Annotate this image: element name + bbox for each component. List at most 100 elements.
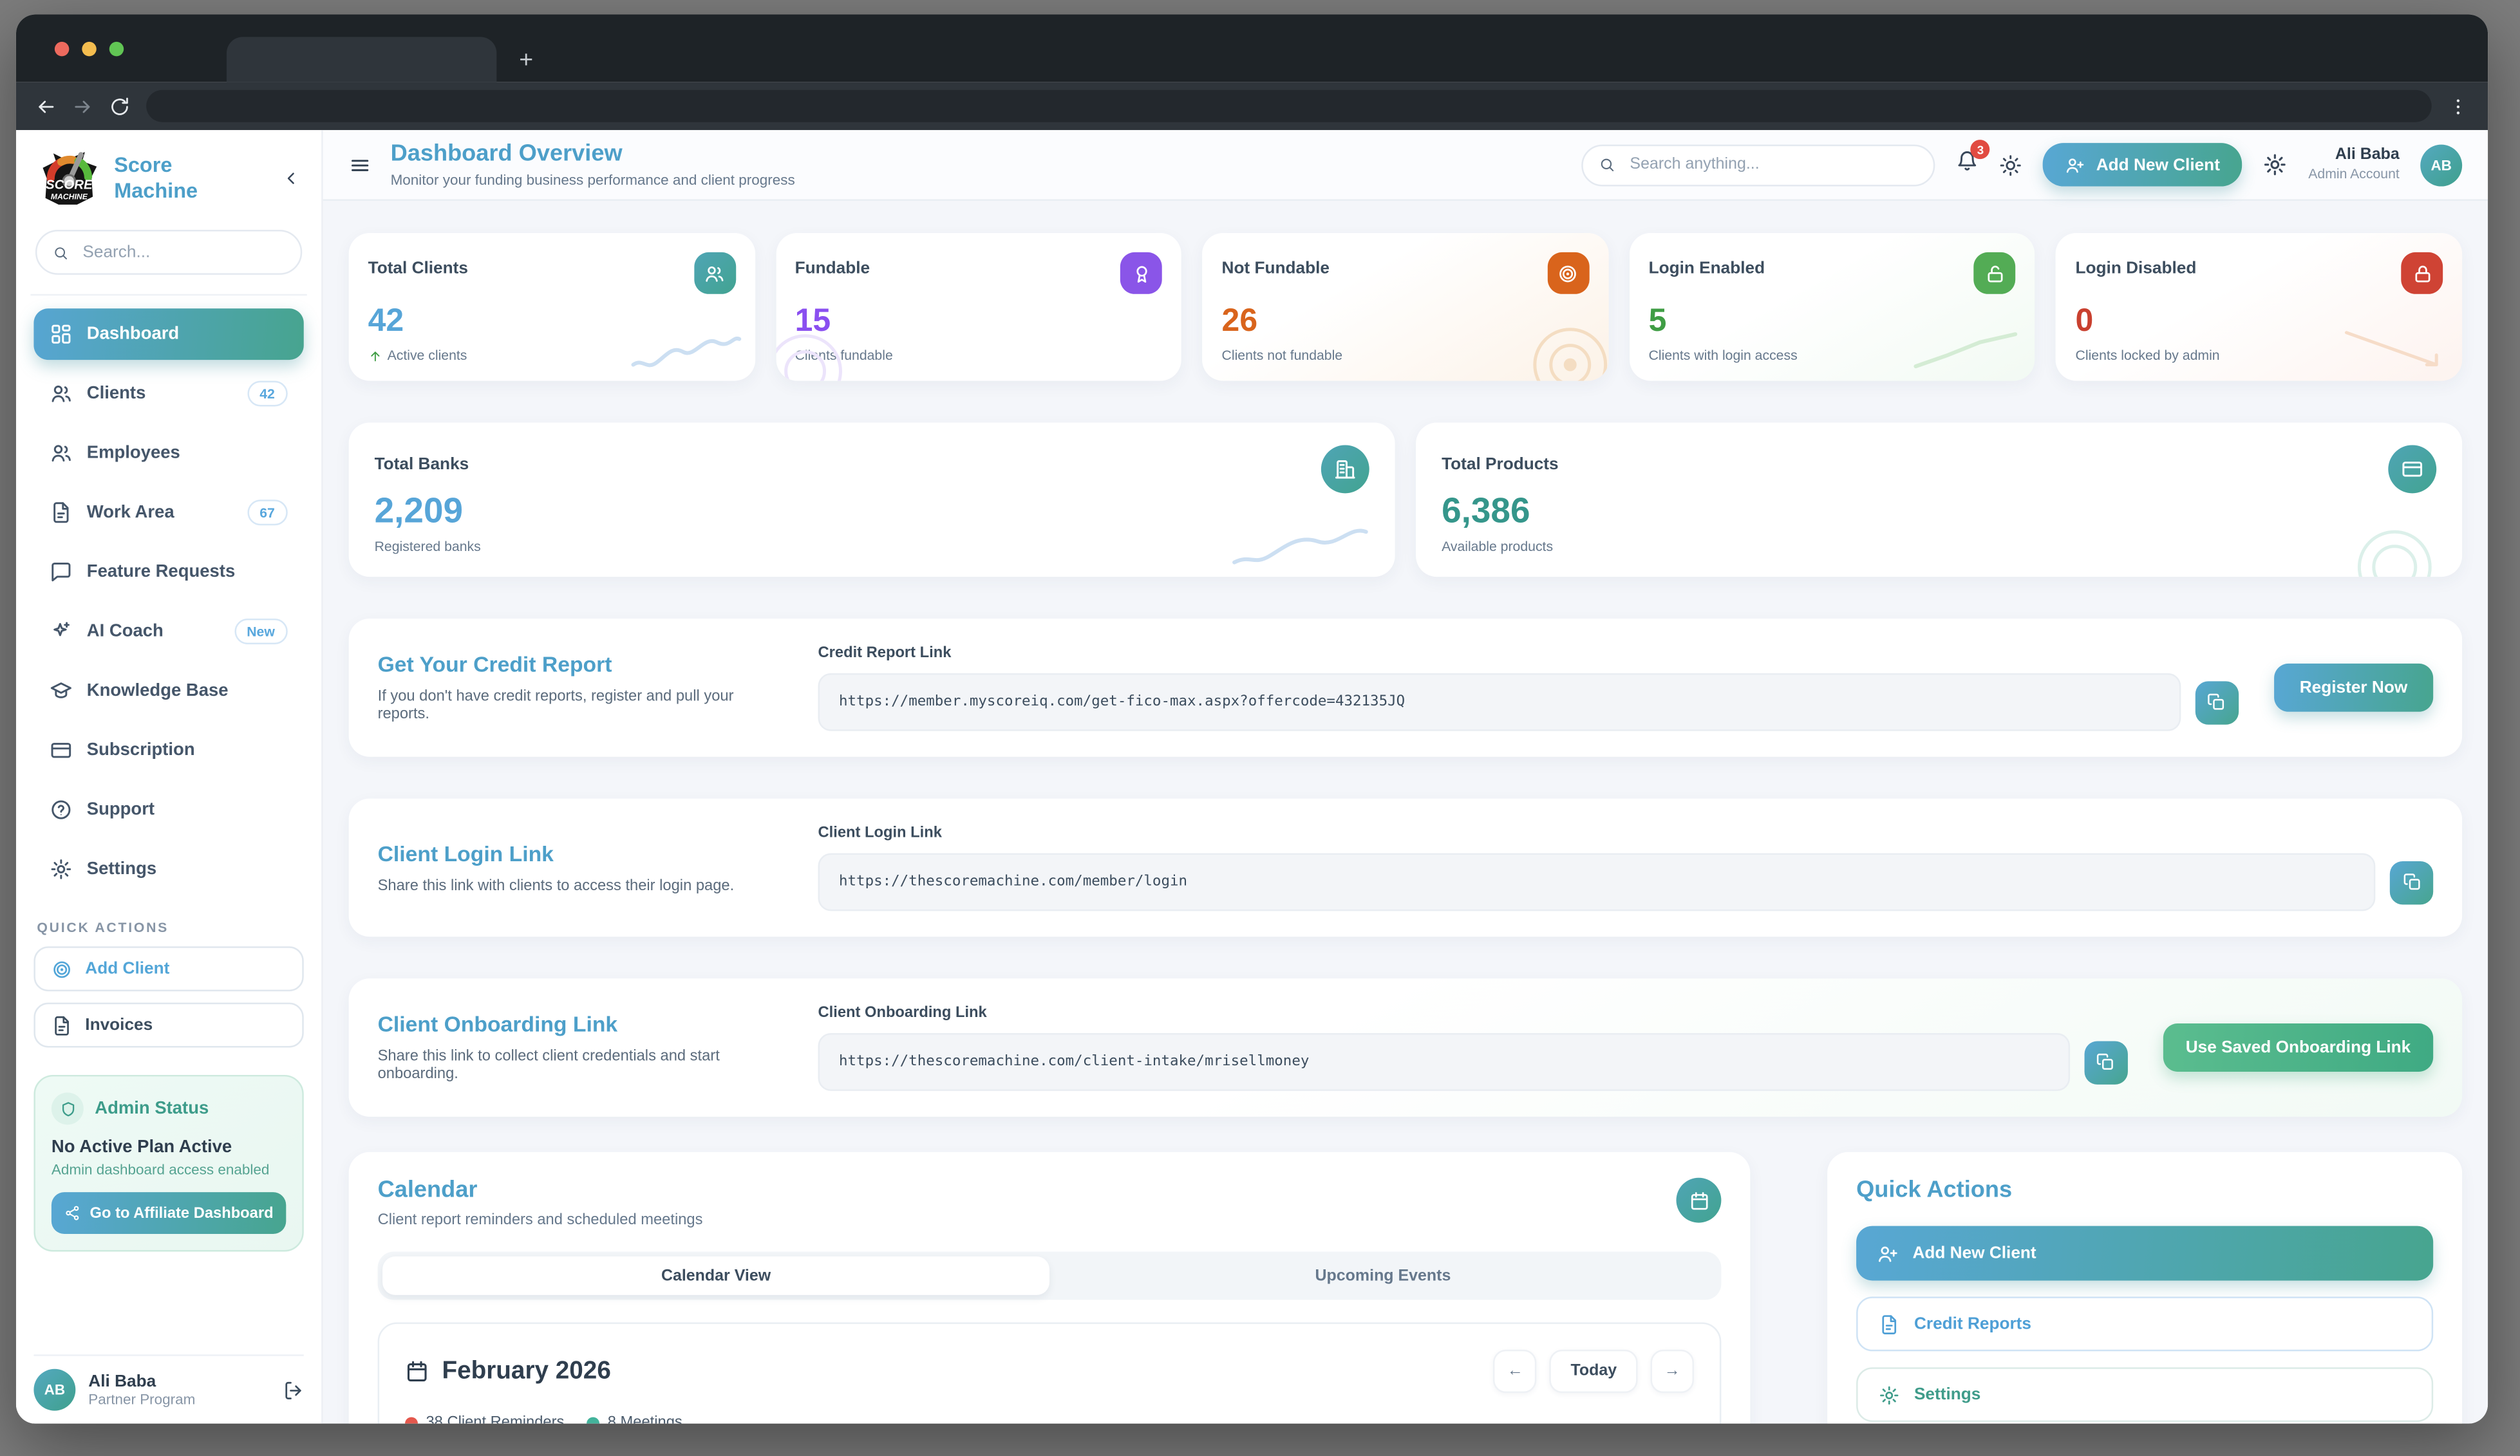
add-new-client-button[interactable]: Add New Client: [2043, 143, 2243, 186]
new-tab-button[interactable]: +: [519, 48, 533, 72]
register-now-button[interactable]: Register Now: [2274, 664, 2433, 712]
total-products-card: Total Products 6,386 Available products: [1416, 422, 2462, 577]
sidebar-search-input[interactable]: [79, 241, 284, 263]
sidebar-item-dashboard[interactable]: Dashboard: [33, 308, 303, 360]
browser-menu-icon[interactable]: [2448, 96, 2468, 117]
global-search-input[interactable]: [1626, 154, 1917, 175]
page-title: Dashboard Overview: [391, 142, 795, 169]
sidebar-item-clients[interactable]: Clients 42: [33, 368, 303, 420]
unlock-icon: [1974, 252, 2016, 294]
sidebar-item-support[interactable]: Support: [33, 784, 303, 835]
theme-toggle-icon[interactable]: [2000, 153, 2022, 176]
circle-watermark: [2343, 516, 2446, 577]
calendar-title: Calendar: [378, 1178, 703, 1204]
sparkline: [2337, 326, 2449, 371]
bank-icon: [1321, 445, 1369, 493]
sidebar-item-knowledge-base[interactable]: Knowledge Base: [33, 665, 303, 716]
notification-badge: 3: [1971, 140, 1990, 159]
target-watermark: [1518, 313, 1608, 381]
collapse-sidebar-icon[interactable]: [281, 169, 301, 188]
tab-calendar-view[interactable]: Calendar View: [382, 1256, 1049, 1295]
maximize-window-button[interactable]: [109, 41, 124, 55]
share-icon: [64, 1205, 80, 1221]
calendar-legend: 38 Client Reminders 8 Meetings: [405, 1414, 1694, 1424]
header-user: Ali Baba Admin Account: [2308, 146, 2400, 183]
next-month-button[interactable]: →: [1651, 1350, 1694, 1393]
client-onboarding-link-input[interactable]: [818, 1033, 2070, 1091]
sidebar-item-employees[interactable]: Employees: [33, 427, 303, 479]
shield-icon: [52, 1092, 84, 1125]
target-watermark: [776, 320, 856, 381]
stat-card-login-disabled: Login Disabled 0 Clients locked by admin: [2056, 233, 2463, 381]
user-plus-icon: [2065, 155, 2085, 174]
total-banks-card: Total Banks 2,209 Registered banks: [349, 422, 1395, 577]
copy-credit-report-link-button[interactable]: [2195, 680, 2238, 723]
search-icon: [1599, 156, 1615, 173]
invoices-button[interactable]: Invoices: [33, 1003, 303, 1048]
qa-credit-reports-button[interactable]: Credit Reports: [1856, 1296, 2433, 1351]
sidebar-search[interactable]: [35, 230, 302, 275]
user-plus-icon: [1877, 1243, 1898, 1264]
sidebar-item-subscription[interactable]: Subscription: [33, 725, 303, 776]
close-window-button[interactable]: [55, 41, 69, 55]
sidebar-item-feature-requests[interactable]: Feature Requests: [33, 546, 303, 598]
client-login-link-input[interactable]: [818, 853, 2376, 911]
avatar: AB: [33, 1369, 75, 1411]
copy-client-login-link-button[interactable]: [2390, 861, 2433, 904]
window-controls[interactable]: [16, 14, 149, 82]
quick-actions-label: QUICK ACTIONS: [37, 919, 300, 935]
ai-coach-new-badge: New: [234, 619, 288, 644]
reload-icon[interactable]: [109, 96, 130, 117]
client-login-section: Client Login Link Share this link with c…: [349, 799, 2462, 937]
calendar-month: February 2026: [442, 1357, 610, 1386]
credit-report-link-input[interactable]: [818, 673, 2181, 731]
go-to-affiliate-dashboard-button[interactable]: Go to Affiliate Dashboard: [52, 1192, 286, 1234]
today-button[interactable]: Today: [1550, 1350, 1638, 1393]
user-role: Partner Program: [88, 1392, 195, 1408]
calendar-glyph-icon: [405, 1359, 429, 1383]
back-icon[interactable]: [35, 96, 56, 117]
menu-icon[interactable]: [349, 153, 371, 176]
minimize-window-button[interactable]: [82, 41, 96, 55]
admin-plan-text: No Active Plan Active: [52, 1137, 286, 1157]
tab-upcoming-events[interactable]: Upcoming Events: [1049, 1256, 1716, 1295]
qa-settings-button[interactable]: Settings: [1856, 1367, 2433, 1422]
admin-status-title: Admin Status: [95, 1099, 209, 1118]
calendar-card: Calendar Client report reminders and sch…: [349, 1152, 1751, 1424]
sidebar-item-settings[interactable]: Settings: [33, 843, 303, 895]
quick-actions-title: Quick Actions: [1856, 1178, 2433, 1204]
logout-icon[interactable]: [283, 1379, 303, 1400]
award-icon: [1120, 252, 1162, 294]
header-avatar[interactable]: AB: [2420, 144, 2462, 185]
forward-icon[interactable]: [72, 96, 93, 117]
clients-icon: [50, 382, 72, 405]
url-bar[interactable]: [146, 90, 2432, 122]
user-name: Ali Baba: [88, 1372, 195, 1392]
top-header: Dashboard Overview Monitor your funding …: [323, 130, 2488, 201]
prev-month-button[interactable]: ←: [1494, 1350, 1537, 1393]
work-area-icon: [50, 501, 72, 524]
trend-up-icon: [368, 348, 382, 362]
notifications-button[interactable]: 3: [1957, 149, 1979, 180]
global-search[interactable]: [1582, 144, 1935, 185]
browser-tab[interactable]: [227, 37, 496, 82]
sparkline: [629, 326, 742, 371]
use-saved-onboarding-link-button[interactable]: Use Saved Onboarding Link: [2163, 1023, 2433, 1072]
score-machine-logo: SCORE MACHINE: [37, 149, 101, 207]
sparkline: [1910, 326, 2022, 371]
clients-count-badge: 42: [247, 381, 288, 407]
calendar-icon: [1677, 1178, 1722, 1223]
dashboard-content: Total Clients 42 Active clients: [323, 201, 2488, 1424]
stat-card-login-enabled: Login Enabled 5 Clients with login acces…: [1630, 233, 2036, 381]
copy-onboarding-link-button[interactable]: [2084, 1040, 2127, 1083]
settings-icon: [50, 858, 72, 881]
credit-report-title: Get Your Credit Report: [378, 652, 783, 676]
qa-add-new-client-button[interactable]: Add New Client: [1856, 1226, 2433, 1281]
sidebar-item-ai-coach[interactable]: AI Coach New: [33, 606, 303, 657]
header-settings-icon[interactable]: [2263, 153, 2287, 176]
work-area-count-badge: 67: [247, 499, 288, 525]
divider: [30, 294, 306, 295]
client-login-title: Client Login Link: [378, 841, 783, 865]
add-client-button[interactable]: Add Client: [33, 946, 303, 991]
sidebar-item-work-area[interactable]: Work Area 67: [33, 487, 303, 538]
